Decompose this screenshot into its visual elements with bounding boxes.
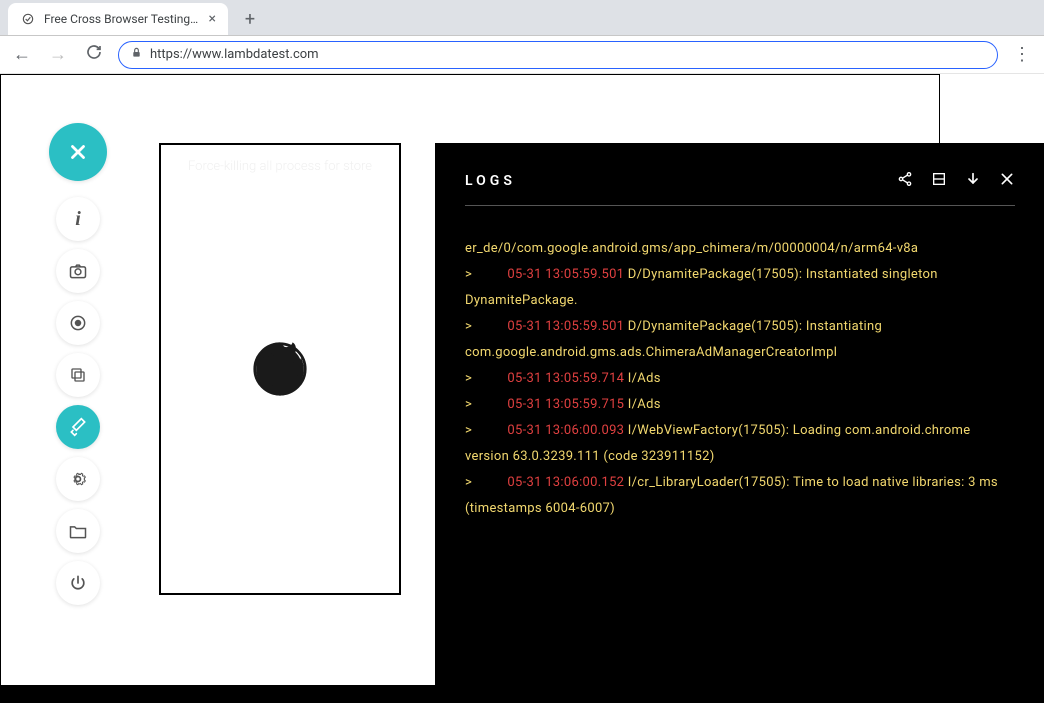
device-header-text: Force-killing all process for store bbox=[161, 159, 399, 174]
tab-close-icon[interactable]: × bbox=[209, 11, 216, 27]
new-tab-button[interactable]: + bbox=[236, 5, 264, 33]
close-logs-icon[interactable] bbox=[999, 171, 1015, 191]
close-button[interactable] bbox=[49, 123, 107, 181]
reload-button[interactable] bbox=[82, 44, 106, 65]
tab-bar: Free Cross Browser Testing Clou × + bbox=[0, 0, 1044, 36]
screenshot-button[interactable] bbox=[56, 249, 100, 293]
sidebar: i bbox=[49, 123, 107, 605]
power-button[interactable] bbox=[56, 561, 100, 605]
split-icon[interactable] bbox=[931, 171, 947, 191]
tab-title: Free Cross Browser Testing Clou bbox=[44, 12, 201, 26]
device-screen[interactable]: Force-killing all process for store bbox=[161, 145, 399, 593]
logs-panel: LOGS er_de/0/com.google.andro bbox=[435, 143, 1044, 703]
back-button[interactable]: ← bbox=[10, 44, 34, 65]
info-button[interactable]: i bbox=[56, 197, 100, 241]
log-content[interactable]: er_de/0/com.google.android.gms/app_chime… bbox=[465, 236, 1015, 522]
files-button[interactable] bbox=[56, 509, 100, 553]
url-bar[interactable]: https://www.lambdatest.com bbox=[118, 41, 998, 69]
log-line: > 05-31 13:05:59.501 D/DynamitePackage(1… bbox=[465, 262, 1015, 314]
logs-title: LOGS bbox=[465, 173, 516, 189]
forward-button[interactable]: → bbox=[46, 44, 70, 65]
copy-button[interactable] bbox=[56, 353, 100, 397]
lock-icon bbox=[131, 47, 142, 62]
nav-bar: ← → https://www.lambdatest.com ⋮ bbox=[0, 36, 1044, 74]
log-line: > 05-31 13:05:59.715 I/Ads bbox=[465, 392, 1015, 418]
log-line: > 05-31 13:06:00.093 I/WebViewFactory(17… bbox=[465, 418, 1015, 470]
browser-menu-icon[interactable]: ⋮ bbox=[1010, 44, 1034, 65]
log-line: er_de/0/com.google.android.gms/app_chime… bbox=[465, 236, 1015, 262]
settings-button[interactable] bbox=[56, 457, 100, 501]
url-text: https://www.lambdatest.com bbox=[150, 47, 319, 62]
log-line: > 05-31 13:05:59.501 D/DynamitePackage(1… bbox=[465, 314, 1015, 366]
log-line: > 05-31 13:06:00.152 I/cr_LibraryLoader(… bbox=[465, 470, 1015, 522]
record-button[interactable] bbox=[56, 301, 100, 345]
log-line: > 05-31 13:05:59.714 I/Ads bbox=[465, 366, 1015, 392]
tab-favicon-lambdatest bbox=[20, 11, 36, 27]
browser-chrome: Free Cross Browser Testing Clou × + ← → … bbox=[0, 0, 1044, 686]
browser-tab[interactable]: Free Cross Browser Testing Clou × bbox=[8, 3, 228, 35]
share-icon[interactable] bbox=[897, 171, 913, 191]
logs-actions bbox=[897, 171, 1015, 191]
devtools-button[interactable] bbox=[56, 405, 100, 449]
device-frame: Force-killing all process for store bbox=[159, 143, 401, 595]
firefox-logo-icon bbox=[245, 334, 315, 404]
logs-header: LOGS bbox=[465, 171, 1015, 206]
download-icon[interactable] bbox=[965, 171, 981, 191]
page-content: i Force-k bbox=[0, 74, 940, 686]
